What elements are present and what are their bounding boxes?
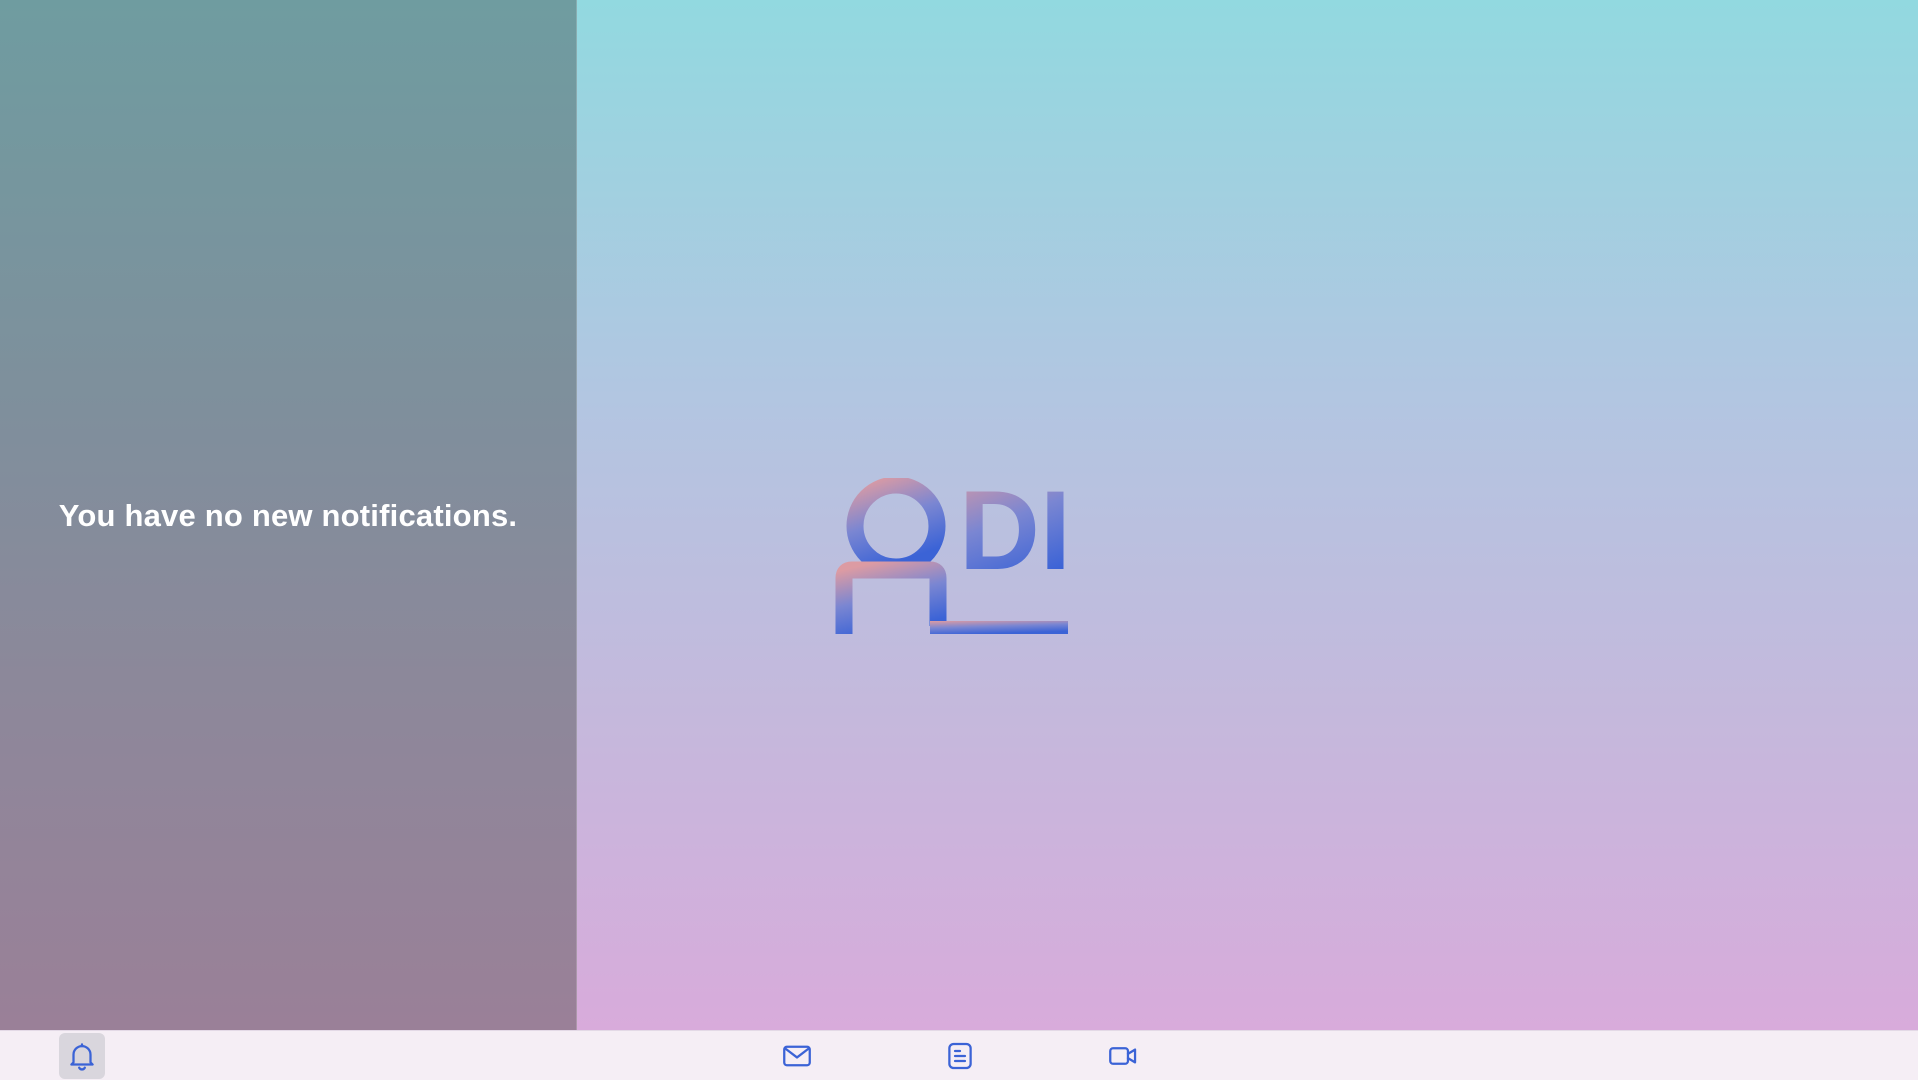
di-logo-icon: DI bbox=[835, 478, 1071, 634]
logo-text: DI bbox=[959, 478, 1071, 593]
screen: DI You have no new notifications. bbox=[0, 0, 1918, 1080]
notes-icon bbox=[948, 1042, 972, 1070]
video-icon bbox=[1109, 1047, 1137, 1065]
bell-icon bbox=[70, 1043, 94, 1071]
empty-notifications-message: You have no new notifications. bbox=[58, 498, 518, 533]
taskbar-mail-button[interactable] bbox=[774, 1033, 820, 1079]
taskbar-video-button[interactable] bbox=[1100, 1033, 1146, 1079]
notification-panel: You have no new notifications. bbox=[0, 0, 577, 1030]
taskbar-notes-button[interactable] bbox=[937, 1033, 983, 1079]
mail-icon bbox=[783, 1045, 811, 1067]
taskbar bbox=[0, 1030, 1918, 1080]
taskbar-notifications-button[interactable] bbox=[59, 1033, 105, 1079]
